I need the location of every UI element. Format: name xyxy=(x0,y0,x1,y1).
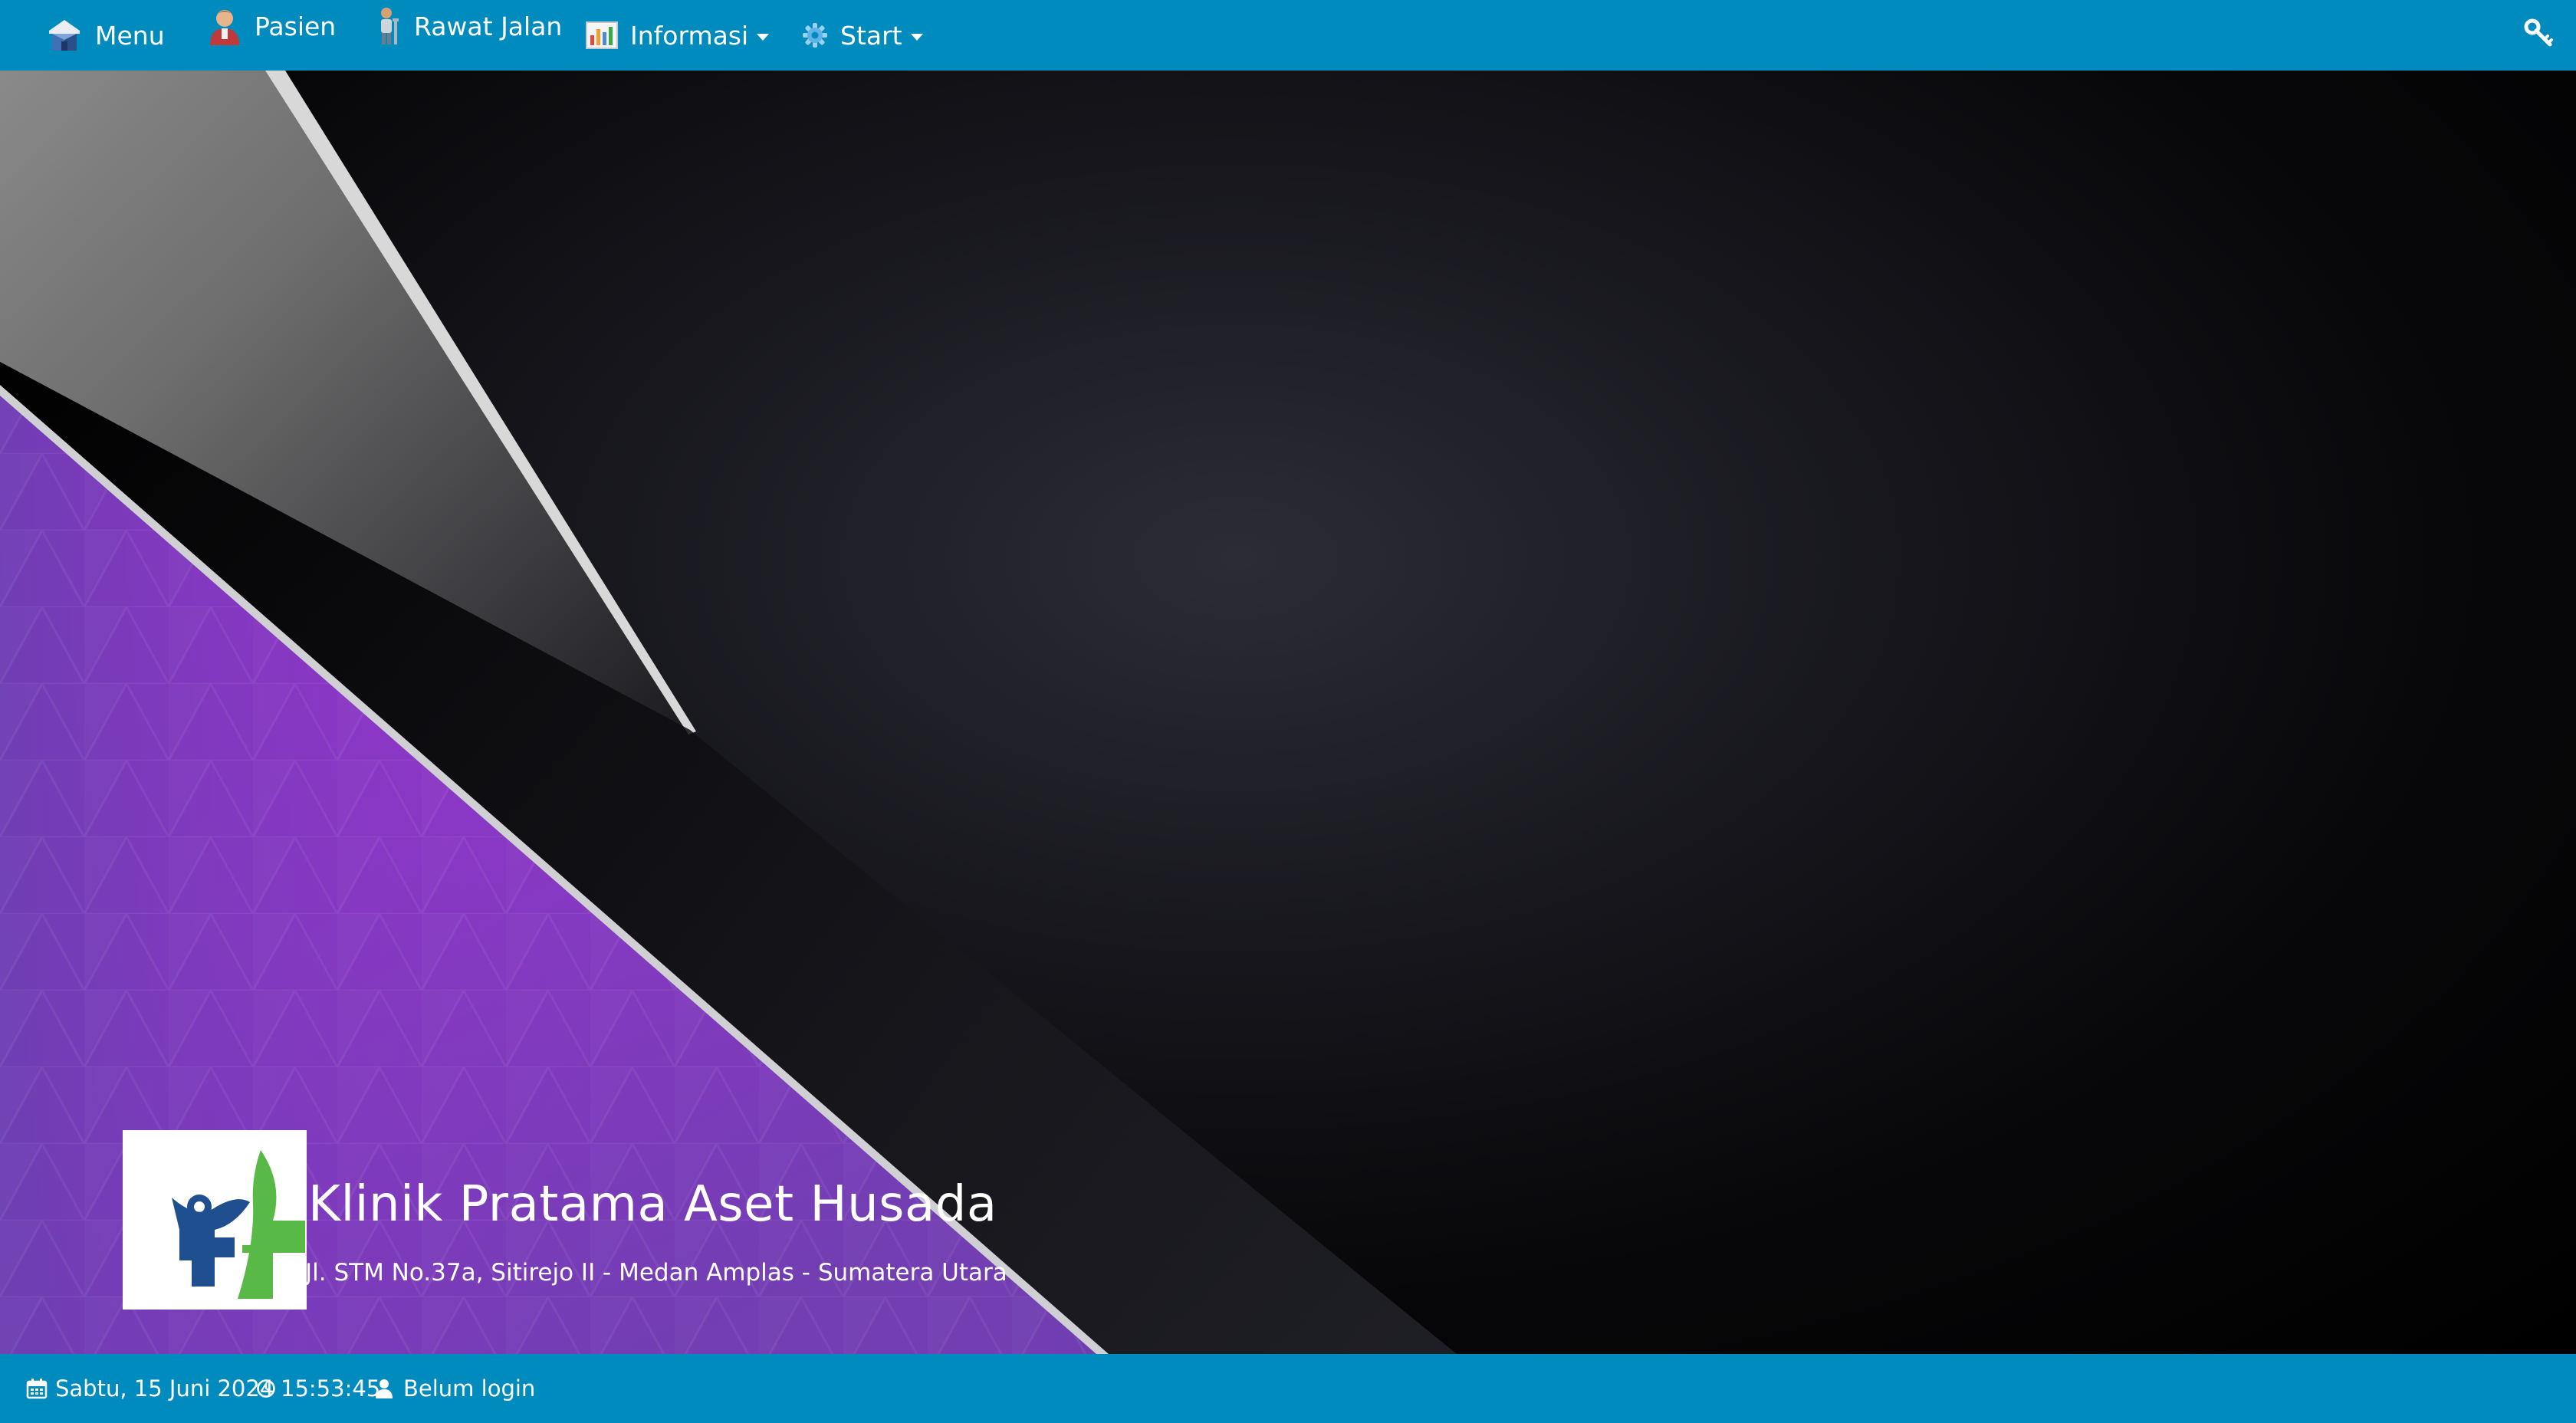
chart-icon xyxy=(586,21,618,49)
clinic-logo xyxy=(123,1130,307,1310)
nav-pasien[interactable]: Pasien xyxy=(207,5,336,48)
nav-menu-label: Menu xyxy=(95,20,165,51)
key-icon xyxy=(2524,18,2555,52)
clock-icon xyxy=(256,1379,276,1398)
patient-icon xyxy=(207,7,242,45)
nav-start[interactable]: Start xyxy=(802,14,923,57)
time-text: 15:53:45 xyxy=(281,1375,381,1402)
clinic-name: Klinik Pratama Aset Husada xyxy=(308,1176,997,1233)
user-status-text: Belum login xyxy=(403,1375,536,1402)
date-display: Sabtu, 15 Juni 2024 xyxy=(26,1354,274,1423)
hero-background xyxy=(0,71,1457,1354)
nav-rawat-jalan[interactable]: Rawat Jalan xyxy=(371,5,562,48)
date-text: Sabtu, 15 Juni 2024 xyxy=(55,1375,274,1402)
user-status: Belum login xyxy=(376,1354,535,1423)
clinic-address: Jl. STM No.37a, Sitirejo II - Medan Ampl… xyxy=(305,1259,1007,1287)
nav-pasien-label: Pasien xyxy=(255,11,337,41)
nav-informasi[interactable]: Informasi xyxy=(586,14,770,57)
calendar-icon xyxy=(26,1378,48,1399)
nav-informasi-label: Informasi xyxy=(630,20,749,51)
login-key-button[interactable] xyxy=(2524,18,2555,52)
status-bar: Sabtu, 15 Juni 2024 15:53:45 Belum login xyxy=(0,1354,2576,1423)
time-display: 15:53:45 xyxy=(256,1354,380,1423)
hero-banner: Klinik Pratama Aset Husada Jl. STM No.37… xyxy=(0,71,2576,1354)
user-icon xyxy=(376,1379,393,1398)
chevron-down-icon xyxy=(757,33,770,41)
nav-menu[interactable]: Menu xyxy=(46,14,165,57)
outpatient-icon xyxy=(371,6,402,46)
top-navbar: Menu Pasien Rawat Jalan Informasi Start xyxy=(0,0,2576,71)
chevron-down-icon xyxy=(910,33,923,41)
nav-rawat-jalan-label: Rawat Jalan xyxy=(414,11,563,41)
nav-start-label: Start xyxy=(840,20,902,51)
house-icon xyxy=(46,17,83,54)
gear-icon xyxy=(802,22,828,48)
